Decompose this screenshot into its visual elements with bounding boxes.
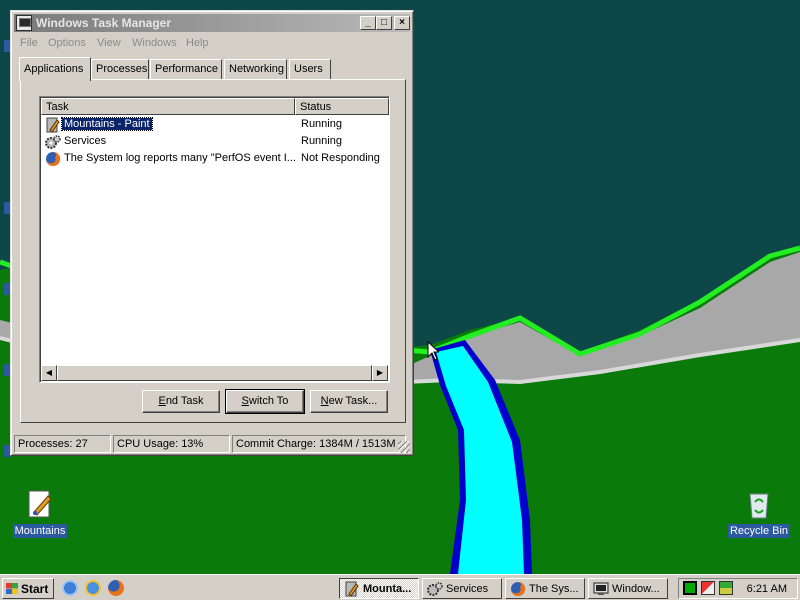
task-row[interactable]: The System log reports many "PerfOS even… — [43, 151, 388, 167]
task-status: Running — [301, 135, 342, 147]
scroll-right-button[interactable]: ▶ — [372, 365, 388, 381]
taskbar-button-firefox[interactable]: The Sys... — [505, 578, 585, 599]
security-icon[interactable] — [719, 581, 733, 595]
menu-windows[interactable]: Windows — [132, 37, 177, 49]
menu-file[interactable]: File — [20, 37, 38, 49]
task-name: The System log reports many "PerfOS even… — [64, 152, 296, 164]
paint-icon — [344, 581, 360, 597]
column-header-task[interactable]: Task — [41, 98, 295, 115]
horizontal-scrollbar[interactable]: ◀ ▶ — [41, 365, 388, 381]
resize-grip[interactable] — [398, 441, 410, 453]
desktop-icon-label: Recycle Bin — [727, 524, 791, 538]
ie-icon[interactable] — [85, 580, 101, 596]
status-processes: Processes: 27 — [14, 435, 111, 453]
start-button[interactable]: Start — [2, 578, 54, 599]
task-manager-window[interactable]: Windows Task Manager _ □ × File Options … — [10, 10, 414, 456]
menu-help[interactable]: Help — [186, 37, 209, 49]
task-name: Services — [64, 135, 107, 147]
tab-users[interactable]: Users — [289, 59, 331, 79]
desktop-icon-mountains[interactable]: Mountains — [0, 488, 80, 538]
paint-file-icon — [24, 488, 56, 520]
window-title: Windows Task Manager — [36, 16, 172, 30]
firefox-icon — [510, 581, 526, 597]
close-button[interactable]: × — [394, 16, 410, 30]
status-cpu-usage: CPU Usage: 13% — [113, 435, 230, 453]
desktop-icon-recycle-bin[interactable]: Recycle Bin — [719, 488, 799, 538]
mouse-cursor-icon — [427, 341, 439, 361]
task-list[interactable]: Task Status Mountains - Paint Running Se… — [39, 96, 390, 383]
start-label: Start — [21, 582, 49, 596]
taskbar-button-label: The Sys... — [529, 583, 579, 595]
services-gear-icon — [427, 581, 443, 597]
clock[interactable]: 6:21 AM — [747, 583, 787, 595]
task-manager-icon — [593, 581, 609, 597]
recycle-bin-icon — [743, 488, 775, 520]
taskbar-button-task-manager[interactable]: Window... — [588, 578, 668, 599]
status-bar: Processes: 27 CPU Usage: 13% Commit Char… — [14, 435, 410, 453]
tab-applications[interactable]: Applications — [19, 57, 91, 81]
desktop-icon-label: Mountains — [12, 524, 68, 538]
task-status: Not Responding — [301, 152, 380, 164]
windows-logo-icon — [6, 583, 18, 594]
task-name: Mountains - Paint — [61, 117, 153, 131]
taskbar: Start Mounta... Services The Sys... Wind… — [0, 574, 800, 600]
taskbar-button-paint[interactable]: Mounta... — [339, 578, 419, 599]
tab-performance[interactable]: Performance — [150, 59, 222, 79]
taskbar-button-label: Window... — [612, 583, 660, 595]
menu-options[interactable]: Options — [48, 37, 86, 49]
system-tray: 6:21 AM — [678, 578, 798, 599]
title-bar[interactable]: Windows Task Manager _ □ × — [14, 14, 410, 32]
scrollbar-thumb[interactable] — [57, 365, 372, 381]
paint-icon — [45, 117, 61, 133]
network-icon[interactable] — [701, 581, 715, 595]
firefox-icon[interactable] — [108, 580, 124, 596]
task-status: Running — [301, 118, 342, 130]
services-gear-icon — [45, 134, 61, 150]
task-manager-icon — [16, 15, 32, 31]
menu-bar: File Options View Windows Help — [14, 33, 410, 53]
taskbar-button-services[interactable]: Services — [422, 578, 502, 599]
maximize-button[interactable]: □ — [376, 16, 392, 30]
switch-to-button[interactable]: Switch To — [225, 389, 305, 414]
tab-processes[interactable]: Processes — [91, 59, 149, 79]
menu-view[interactable]: View — [97, 37, 121, 49]
taskbar-button-label: Mounta... — [363, 583, 412, 595]
cpu-meter-icon[interactable] — [683, 581, 697, 595]
end-task-button[interactable]: End Task — [142, 390, 220, 413]
ie-icon[interactable] — [62, 580, 78, 596]
tab-networking[interactable]: Networking — [224, 59, 287, 79]
column-header-status[interactable]: Status — [295, 98, 389, 115]
taskbar-button-label: Services — [446, 583, 489, 595]
task-row[interactable]: Services Running — [43, 134, 388, 150]
scroll-left-button[interactable]: ◀ — [41, 365, 57, 381]
new-task-button[interactable]: New Task... — [310, 390, 388, 413]
firefox-icon — [45, 151, 61, 167]
minimize-button[interactable]: _ — [360, 16, 376, 30]
status-commit-charge: Commit Charge: 1384M / 1513M — [232, 435, 406, 453]
task-row[interactable]: Mountains - Paint Running — [43, 117, 388, 133]
